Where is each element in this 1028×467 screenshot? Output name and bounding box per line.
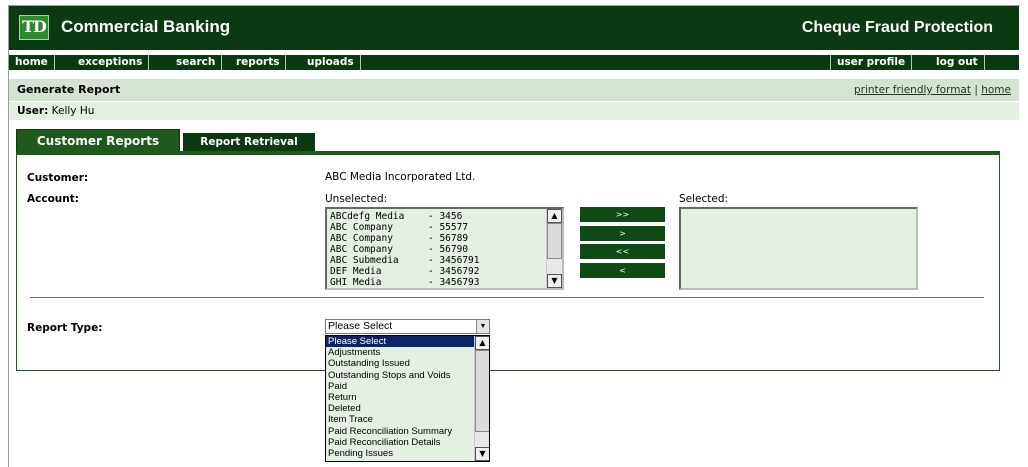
divider	[30, 297, 984, 298]
tab-report-retrieval[interactable]: Report Retrieval	[183, 133, 315, 152]
account-number: 3456793	[439, 277, 480, 288]
report-type-option[interactable]: Outstanding Stops and Voids	[326, 370, 489, 381]
account-number: 56790	[439, 244, 469, 255]
customer-label: Customer:	[27, 172, 89, 184]
dropdown-scrollbar[interactable]: ▲ ▼	[474, 336, 489, 461]
account-name: ABC Submedia	[330, 255, 399, 266]
account-name: ABC Company	[330, 244, 393, 255]
report-type-option[interactable]: Paid Reconciliation Summary	[326, 426, 489, 437]
add-all-button[interactable]: >>	[580, 207, 665, 222]
scroll-up-icon[interactable]: ▲	[547, 209, 562, 223]
user-info: User: Kelly Hu	[17, 105, 94, 117]
account-label: Account:	[27, 193, 79, 205]
product-title: Cheque Fraud Protection	[801, 19, 993, 36]
nav-uploads[interactable]: uploads	[301, 55, 361, 70]
header-bar: TD Commercial Banking Cheque Fraud Prote…	[9, 6, 1019, 50]
report-type-option[interactable]: Outstanding Issued	[326, 358, 489, 369]
account-number: 3456791	[439, 255, 480, 266]
unselected-scrollbar[interactable]: ▲ ▼	[546, 209, 562, 288]
chevron-down-icon[interactable]: ▼	[476, 320, 489, 333]
link-separator: |	[974, 84, 978, 96]
account-item[interactable]: DEF Media - 3456792	[330, 266, 562, 277]
account-item[interactable]: ABC Company - 56789	[330, 233, 562, 244]
report-type-option[interactable]: Adjustments	[326, 347, 489, 358]
user-label: User:	[17, 105, 49, 117]
account-name: ABC Company	[330, 222, 393, 233]
report-type-value: Please Select	[328, 320, 393, 332]
selected-accounts-list[interactable]	[679, 207, 918, 290]
report-type-option[interactable]: Item Trace	[326, 414, 489, 425]
report-type-option[interactable]: Paid Reconciliation Details	[326, 437, 489, 448]
account-item[interactable]: GHI Media - 3456793	[330, 277, 562, 288]
tab-customer-reports[interactable]: Customer Reports	[16, 129, 180, 152]
page-titlebar: Generate Report printer friendly format …	[9, 79, 1019, 101]
account-number: 55577	[439, 222, 469, 233]
unselected-accounts-list[interactable]: ABCdefg Media - 3456 ABC Company - 55577 ABC…	[325, 207, 564, 290]
report-type-dropdown[interactable]: Please Select Adjustments Outstanding Issu…	[325, 335, 490, 462]
report-type-label: Report Type:	[27, 322, 103, 334]
account-name: GHI Media	[330, 277, 382, 288]
account-name: ABCdefg Media	[330, 211, 405, 222]
page-title: Generate Report	[17, 83, 121, 96]
report-type-option[interactable]: Pending Issues	[326, 448, 489, 459]
nav-home[interactable]: home	[9, 55, 55, 70]
dropdown-scroll-up-icon[interactable]: ▲	[475, 336, 489, 350]
nav-log-out[interactable]: log out	[930, 55, 985, 70]
account-name: ABC Company	[330, 233, 393, 244]
nav-search[interactable]: search	[170, 55, 223, 70]
report-type-option[interactable]: Return	[326, 392, 489, 403]
scroll-thumb[interactable]	[547, 223, 562, 259]
unselected-label: Unselected:	[325, 193, 388, 205]
account-number: 56789	[439, 233, 469, 244]
nav-user-profile[interactable]: user profile	[830, 55, 913, 70]
nav-exceptions[interactable]: exceptions	[72, 55, 150, 70]
account-number: 3456	[439, 211, 463, 222]
report-type-select[interactable]: Please Select ▼	[325, 319, 490, 334]
dropdown-scroll-thumb[interactable]	[475, 350, 489, 432]
nav-reports[interactable]: reports	[230, 55, 287, 70]
report-type-option[interactable]: Deleted	[326, 403, 489, 414]
remove-button[interactable]: <	[580, 263, 665, 278]
remove-all-button[interactable]: <<	[580, 244, 665, 259]
account-item[interactable]: ABC Submedia - 3456791	[330, 255, 562, 266]
scroll-down-icon[interactable]: ▼	[547, 274, 562, 288]
account-number: 3456792	[439, 266, 480, 277]
app-title: Commercial Banking	[61, 17, 231, 36]
report-type-option[interactable]: Paid	[326, 381, 489, 392]
selected-label: Selected:	[679, 193, 729, 205]
user-bar: User: Kelly Hu	[9, 101, 1019, 120]
title-links: printer friendly format | home	[854, 84, 1011, 96]
add-button[interactable]: >	[580, 226, 665, 241]
report-type-option[interactable]: Please Select	[326, 336, 474, 348]
printer-friendly-link[interactable]: printer friendly format	[854, 84, 971, 96]
account-item[interactable]: ABCdefg Media - 3456	[330, 211, 562, 222]
home-link[interactable]: home	[981, 84, 1011, 96]
nav-bar: home exceptions search reports uploads u…	[9, 55, 1019, 70]
customer-value: ABC Media Incorporated Ltd.	[325, 171, 476, 183]
account-name: DEF Media	[330, 266, 382, 277]
account-item[interactable]: ABC Company - 56790	[330, 244, 562, 255]
account-item[interactable]: ABC Company - 55577	[330, 222, 562, 233]
td-logo: TD	[19, 15, 49, 40]
user-name: Kelly Hu	[51, 105, 95, 117]
dropdown-scroll-down-icon[interactable]: ▼	[475, 447, 489, 461]
